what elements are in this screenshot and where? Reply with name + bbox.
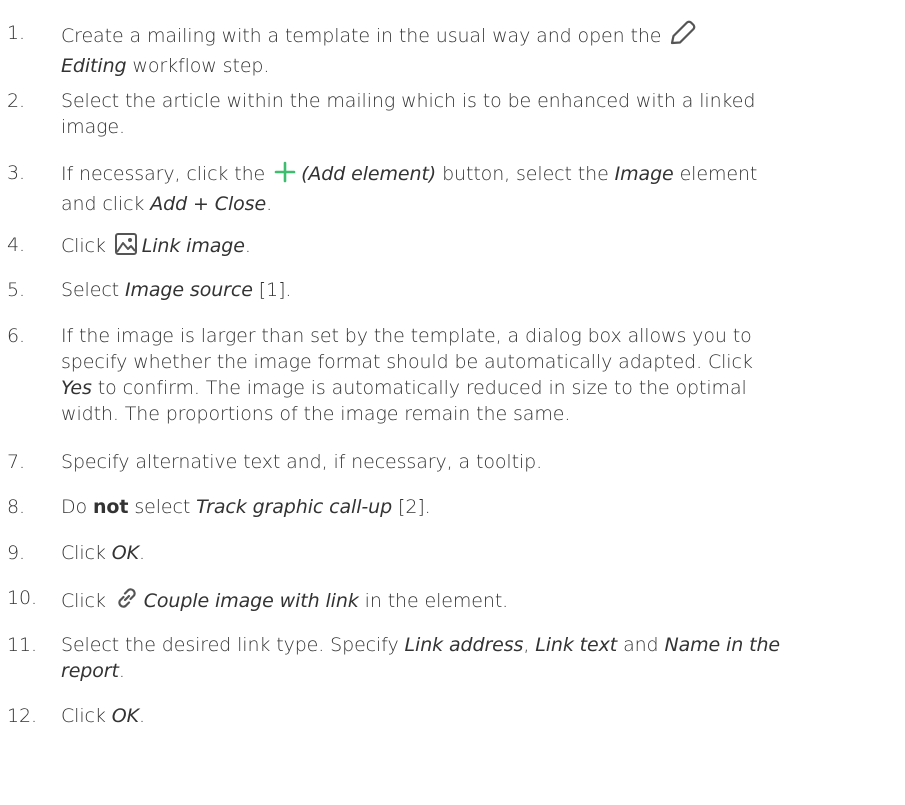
step-number: 7. <box>7 451 25 473</box>
step-number: 8. <box>7 496 25 518</box>
step-text: Select the desired link type. Specify Li… <box>61 634 780 682</box>
step-text: Click OK. <box>61 542 145 564</box>
step-text: If necessary, click the (Add element) bu… <box>61 160 861 217</box>
step-text: Select the article within the mailing wh… <box>61 90 756 138</box>
step-number: 2. <box>7 90 25 112</box>
step-text: If the image is larger than set by the t… <box>61 325 753 425</box>
step-number: 10. <box>7 587 37 609</box>
step-number: 11. <box>7 634 37 656</box>
step-text: Click OK. <box>61 705 145 727</box>
step-number: 4. <box>7 234 25 256</box>
pencil-icon <box>669 20 697 53</box>
image-icon <box>114 232 138 263</box>
step-text: Click Couple image with link in the elem… <box>61 585 861 618</box>
step-text: Select Image source [1]. <box>61 279 292 301</box>
step-text: Specify alternative text and, if necessa… <box>61 451 543 473</box>
plus-icon <box>273 160 297 191</box>
step-number: 3. <box>7 162 25 184</box>
instruction-steps: 1. Create a mailing with a template in t… <box>0 0 905 805</box>
step-number: 9. <box>7 542 25 564</box>
step-text: Do not select Track graphic call-up [2]. <box>61 496 431 518</box>
step-number: 6. <box>7 325 25 347</box>
link-icon <box>114 585 140 618</box>
step-number: 12. <box>7 705 37 727</box>
step-text: Create a mailing with a template in the … <box>61 20 861 79</box>
step-number: 1. <box>7 22 25 44</box>
step-number: 5. <box>7 279 25 301</box>
step-text: Click Link image. <box>61 232 861 263</box>
